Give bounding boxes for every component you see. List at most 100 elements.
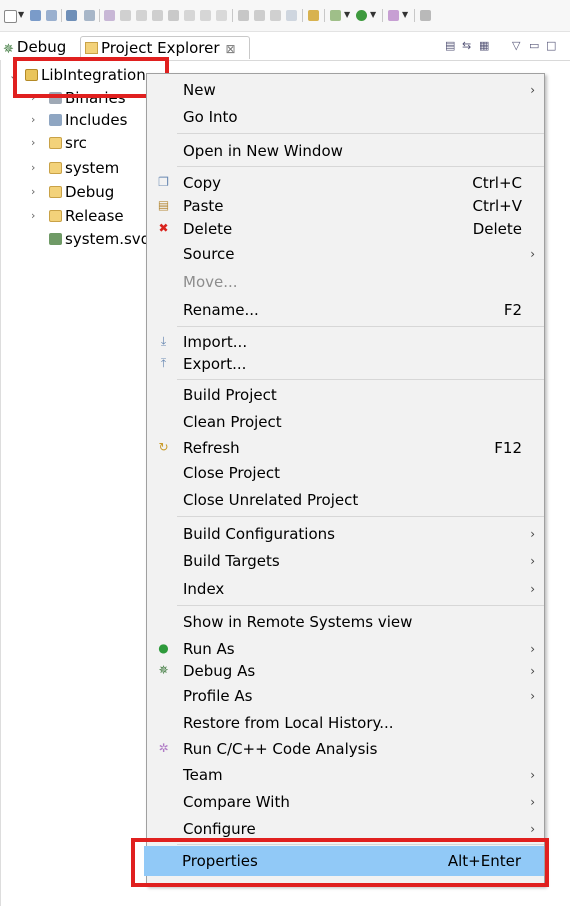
menu-item-debug-as[interactable]: ✵ Debug As › xyxy=(147,659,544,683)
filter-icon[interactable]: ▦ xyxy=(479,39,489,52)
chevron-right-icon: › xyxy=(530,768,535,782)
skip-breakpoints-icon[interactable] xyxy=(104,10,115,21)
menu-item-label: Restore from Local History... xyxy=(183,714,394,732)
menu-item-rename[interactable]: Rename... F2 xyxy=(147,298,544,322)
menu-item-build-configurations[interactable]: Build Configurations › xyxy=(147,522,544,546)
tab-debug-label: Debug xyxy=(16,38,67,56)
menu-item-label: Move... xyxy=(183,273,238,291)
chevron-right-icon[interactable]: › xyxy=(31,132,35,154)
instruction-step-icon[interactable] xyxy=(238,10,249,21)
menu-item-restore-local-history[interactable]: Restore from Local History... xyxy=(147,711,544,735)
chevron-right-icon: › xyxy=(530,527,535,541)
resume-icon[interactable] xyxy=(120,10,131,21)
view-menu-icon[interactable]: ▽ xyxy=(512,39,520,52)
menu-item-run-as[interactable]: ● Run As › xyxy=(147,637,544,661)
menu-item-clean-project[interactable]: Clean Project xyxy=(147,410,544,434)
menu-item-label: Build Targets xyxy=(183,552,280,570)
external-tools-icon[interactable] xyxy=(388,10,399,21)
save-all-icon[interactable] xyxy=(46,10,57,21)
tree-item-system-svd[interactable]: system.svd xyxy=(49,228,150,250)
chevron-right-icon: › xyxy=(530,642,535,656)
menu-item-label: Export... xyxy=(183,355,247,373)
chevron-down-icon[interactable]: ▼ xyxy=(370,10,376,19)
menu-item-paste[interactable]: ▤ Paste Ctrl+V xyxy=(147,194,544,218)
new-icon[interactable] xyxy=(4,10,17,23)
save-icon[interactable] xyxy=(30,10,41,21)
menu-item-go-into[interactable]: Go Into xyxy=(147,105,544,129)
step-return-icon[interactable] xyxy=(200,10,211,21)
build-icon[interactable] xyxy=(66,10,77,21)
drop-to-frame-icon[interactable] xyxy=(216,10,227,21)
search-icon[interactable] xyxy=(286,10,297,21)
chevron-right-icon[interactable]: › xyxy=(31,109,35,131)
menu-item-label: Go Into xyxy=(183,108,238,126)
registers-icon[interactable] xyxy=(270,10,281,21)
menu-item-profile-as[interactable]: Profile As › xyxy=(147,684,544,708)
chevron-right-icon[interactable]: › xyxy=(31,181,35,203)
menu-item-close-unrelated-project[interactable]: Close Unrelated Project xyxy=(147,488,544,512)
menu-item-delete[interactable]: ✖ Delete Delete xyxy=(147,217,544,241)
memory-icon[interactable] xyxy=(254,10,265,21)
step-over-icon[interactable] xyxy=(184,10,195,21)
project-explorer-icon xyxy=(85,42,98,54)
collapse-all-icon[interactable]: ▤ xyxy=(445,39,455,52)
menu-item-move: Move... xyxy=(147,270,544,294)
tree-item-src[interactable]: › src xyxy=(31,132,87,154)
chevron-down-icon[interactable]: ▼ xyxy=(18,10,24,19)
menu-item-new[interactable]: New › xyxy=(147,78,544,102)
menu-item-refresh[interactable]: ↻ Refresh F12 xyxy=(147,436,544,460)
menu-item-copy[interactable]: ❐ Copy Ctrl+C xyxy=(147,171,544,195)
minimize-icon[interactable]: ▭ xyxy=(529,39,539,52)
menu-item-import[interactable]: ⤓ Import... xyxy=(147,330,544,354)
menu-item-label: Delete xyxy=(183,220,233,238)
chevron-right-icon[interactable]: › xyxy=(31,205,35,227)
debug-tool-icon[interactable] xyxy=(330,10,341,21)
menu-item-build-project[interactable]: Build Project xyxy=(147,383,544,407)
menu-item-show-remote-systems[interactable]: Show in Remote Systems view xyxy=(147,610,544,634)
tree-item-includes[interactable]: › Includes xyxy=(31,109,127,131)
menu-item-open-new-window[interactable]: Open in New Window xyxy=(147,139,544,163)
menu-item-label: Source xyxy=(183,245,235,263)
menu-item-label: Build Project xyxy=(183,386,277,404)
link-editor-icon[interactable]: ⇆ xyxy=(462,39,471,52)
chevron-right-icon: › xyxy=(530,582,535,596)
chevron-right-icon: › xyxy=(530,83,535,97)
import-icon: ⤓ xyxy=(160,334,167,348)
menu-item-label: Rename... xyxy=(183,301,259,319)
close-icon[interactable]: ⊠ xyxy=(226,42,236,56)
tree-item-release[interactable]: › Release xyxy=(31,205,124,227)
run-icon[interactable] xyxy=(356,10,367,21)
terminate-icon[interactable] xyxy=(168,10,179,21)
svd-file-icon xyxy=(49,233,62,245)
menu-item-export[interactable]: ⤒ Export... xyxy=(147,352,544,376)
menu-item-build-targets[interactable]: Build Targets › xyxy=(147,549,544,573)
menu-item-label: Open in New Window xyxy=(183,142,343,160)
chevron-right-icon[interactable]: › xyxy=(31,157,35,179)
tree-item-label: src xyxy=(65,134,87,152)
menu-item-index[interactable]: Index › xyxy=(147,577,544,601)
tree-item-label: system.svd xyxy=(65,230,151,248)
menu-item-label: Refresh xyxy=(183,439,240,457)
context-menu: New › Go Into Open in New Window ❐ Copy Ctr… xyxy=(146,73,545,886)
menu-item-run-code-analysis[interactable]: ✲ Run C/C++ Code Analysis xyxy=(147,737,544,761)
tab-debug[interactable]: ✵ Debug xyxy=(3,36,66,59)
chevron-right-icon: › xyxy=(530,664,535,678)
menu-item-team[interactable]: Team › xyxy=(147,763,544,787)
build-all-icon[interactable] xyxy=(84,10,95,21)
perspective-icon[interactable] xyxy=(420,10,431,21)
maximize-icon[interactable]: □ xyxy=(546,39,556,52)
toolbar-separator xyxy=(99,9,100,22)
binary-icon[interactable] xyxy=(308,10,319,21)
suspend-icon[interactable] xyxy=(152,10,163,21)
menu-item-close-project[interactable]: Close Project xyxy=(147,461,544,485)
chevron-down-icon[interactable]: ▼ xyxy=(402,10,408,19)
source-folder-icon xyxy=(49,162,62,174)
menu-separator xyxy=(177,166,544,167)
chevron-down-icon[interactable]: ▼ xyxy=(344,10,350,19)
menu-item-compare-with[interactable]: Compare With › xyxy=(147,790,544,814)
tree-item-system[interactable]: › system xyxy=(31,157,119,179)
tree-item-debug[interactable]: › Debug xyxy=(31,181,114,203)
step-into-icon[interactable] xyxy=(136,10,147,21)
menu-item-source[interactable]: Source › xyxy=(147,242,544,266)
tab-project-explorer[interactable]: Project Explorer ⊠ xyxy=(80,36,250,59)
